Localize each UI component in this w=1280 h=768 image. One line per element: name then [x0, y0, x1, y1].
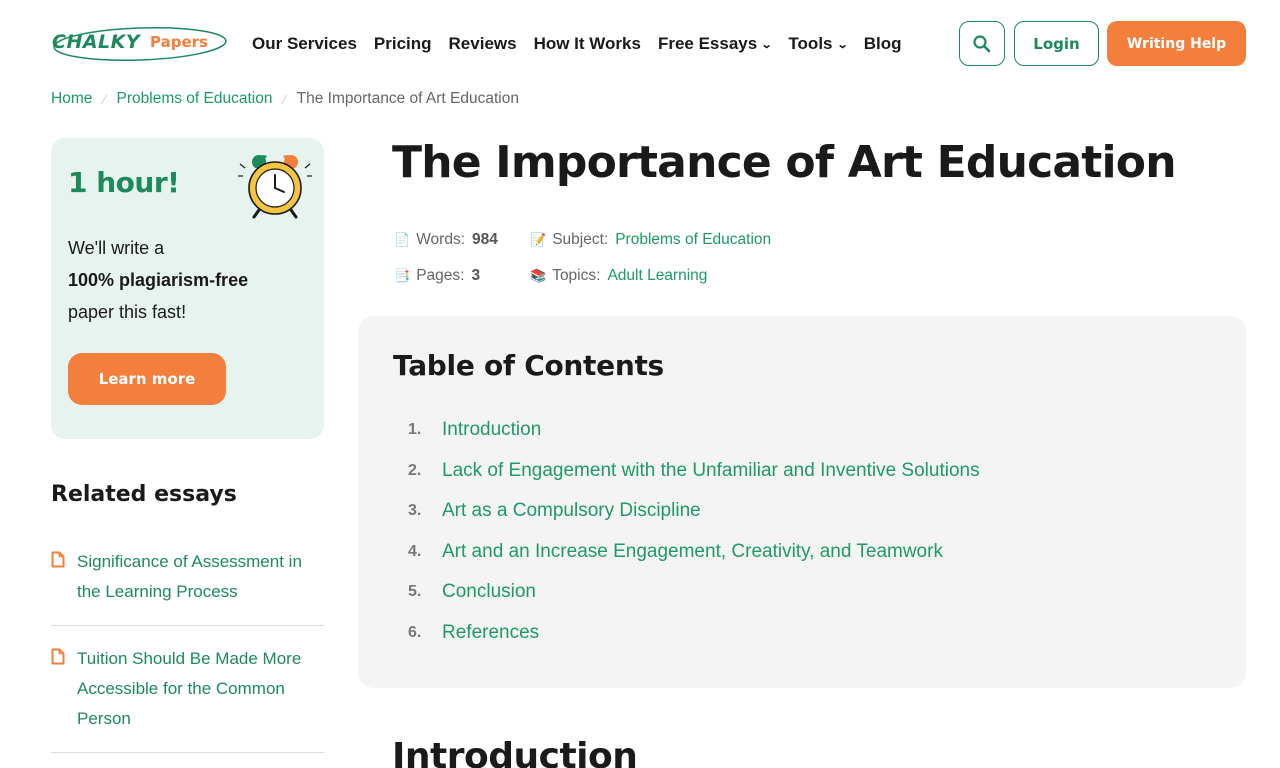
article-title: The Importance of Art Education: [392, 137, 1177, 188]
meta-topics-label: Topics:: [552, 267, 601, 284]
nav-free-essays[interactable]: Free Essays ⌄: [657, 34, 773, 54]
toc-link[interactable]: Art and an Increase Engagement, Creativi…: [442, 541, 943, 563]
meta-words-label: Words:: [416, 231, 465, 248]
breadcrumb-home[interactable]: Home: [51, 90, 92, 108]
site-header: CHALKY Papers Our Services Pricing Revie…: [0, 0, 1280, 86]
nav-label: Free Essays: [657, 34, 758, 53]
breadcrumb: Home ⁄ Problems of Education ⁄ The Impor…: [51, 89, 519, 109]
document-icon: 📄: [394, 232, 411, 247]
related-essay-link[interactable]: Significance of Assessment in the Learni…: [77, 547, 324, 607]
nav-how-it-works[interactable]: How It Works: [534, 34, 641, 54]
site-logo[interactable]: CHALKY Papers: [50, 24, 228, 64]
toc-number: 3.: [408, 502, 422, 520]
meta-pages: 📑 Pages: 3: [394, 267, 480, 285]
section-heading: Introduction: [392, 736, 638, 768]
document-icon: [51, 551, 65, 568]
chevron-down-icon: ⌄: [836, 38, 849, 51]
books-icon: 📚: [530, 268, 547, 283]
logo-chalky-text: CHALKY: [52, 31, 141, 53]
toc-title: Table of Contents: [393, 349, 664, 382]
toc-list: 1. Introduction 2. Lack of Engagement with…: [408, 410, 980, 653]
toc-link[interactable]: Introduction: [442, 419, 541, 441]
meta-words-value: 984: [472, 231, 498, 248]
toc-item: 5. Conclusion: [408, 572, 980, 613]
nav-blog[interactable]: Blog: [864, 34, 902, 54]
search-button[interactable]: [959, 21, 1005, 66]
nav-label: Reviews: [448, 34, 517, 53]
nav-tools[interactable]: Tools ⌄: [788, 34, 849, 54]
meta-words: 📄 Words: 984: [394, 231, 498, 249]
main-nav: Our Services Pricing Reviews How It Work…: [252, 32, 919, 56]
toc-link[interactable]: Conclusion: [442, 581, 536, 603]
toc-link[interactable]: Lack of Engagement with the Unfamiliar a…: [442, 460, 980, 482]
login-button[interactable]: Login: [1014, 21, 1099, 66]
nav-label: Our Services: [252, 34, 357, 53]
learn-more-button[interactable]: Learn more: [68, 353, 226, 405]
meta-subject: 📝 Subject: Problems of Education: [530, 231, 771, 249]
promo-line-1: We'll write a: [68, 238, 165, 258]
toc-item: 2. Lack of Engagement with the Unfamiliar…: [408, 451, 980, 492]
chevron-down-icon: ⌄: [760, 38, 773, 51]
nav-label: Blog: [863, 34, 902, 53]
breadcrumb-separator: ⁄: [103, 91, 106, 107]
nav-pricing[interactable]: Pricing: [374, 34, 432, 54]
promo-text: We'll write a 100% plagiarism-free paper…: [68, 232, 308, 328]
toc-number: 5.: [408, 583, 422, 601]
nav-label: Tools: [788, 34, 833, 53]
meta-topics: 📚 Topics: Adult Learning: [530, 267, 707, 285]
nav-label: How It Works: [533, 34, 641, 53]
toc-item: 1. Introduction: [408, 410, 980, 451]
meta-pages-label: Pages:: [416, 267, 465, 284]
writing-help-button[interactable]: Writing Help: [1107, 21, 1246, 66]
related-essay-item[interactable]: Significance of Assessment in the Learni…: [51, 547, 324, 626]
table-of-contents: Table of Contents 1. Introduction 2. Lack …: [358, 316, 1246, 688]
promo-title: 1 hour!: [68, 166, 180, 199]
meta-subject-label: Subject:: [552, 231, 609, 248]
toc-item: 3. Art as a Compulsory Discipline: [408, 491, 980, 532]
pages-icon: 📑: [394, 268, 411, 283]
meta-topics-link[interactable]: Adult Learning: [607, 267, 707, 285]
breadcrumb-current: The Importance of Art Education: [296, 90, 519, 107]
related-essays-title: Related essays: [51, 482, 237, 507]
nav-reviews[interactable]: Reviews: [449, 34, 517, 54]
toc-item: 6. References: [408, 613, 980, 654]
breadcrumb-separator: ⁄: [283, 91, 286, 107]
toc-number: 2.: [408, 461, 422, 479]
promo-line-3: paper this fast!: [68, 302, 187, 322]
toc-link[interactable]: Art as a Compulsory Discipline: [442, 500, 701, 522]
alarm-clock-icon: [238, 155, 312, 219]
breadcrumb-category[interactable]: Problems of Education: [117, 90, 273, 108]
logo-papers-text: Papers: [150, 33, 208, 51]
nav-our-services[interactable]: Our Services: [252, 34, 357, 54]
related-essay-link[interactable]: Tuition Should Be Made More Accessible f…: [77, 644, 324, 734]
promo-card: 1 hour! We'll write a 100% plagiarism-fr…: [51, 138, 324, 439]
toc-number: 4.: [408, 542, 422, 560]
promo-line-2: 100% plagiarism-free: [68, 270, 249, 290]
toc-item: 4. Art and an Increase Engagement, Creati…: [408, 532, 980, 573]
toc-link[interactable]: References: [442, 622, 539, 644]
search-icon: [973, 34, 991, 52]
meta-pages-value: 3: [471, 267, 481, 284]
related-essay-item[interactable]: Tuition Should Be Made More Accessible f…: [51, 644, 324, 753]
related-essays-list: Significance of Assessment in the Learni…: [51, 547, 324, 768]
document-icon: [51, 648, 65, 665]
memo-icon: 📝: [530, 232, 547, 247]
nav-label: Pricing: [373, 34, 432, 53]
toc-number: 6.: [408, 623, 422, 641]
toc-number: 1.: [408, 421, 422, 439]
meta-subject-link[interactable]: Problems of Education: [615, 231, 771, 249]
